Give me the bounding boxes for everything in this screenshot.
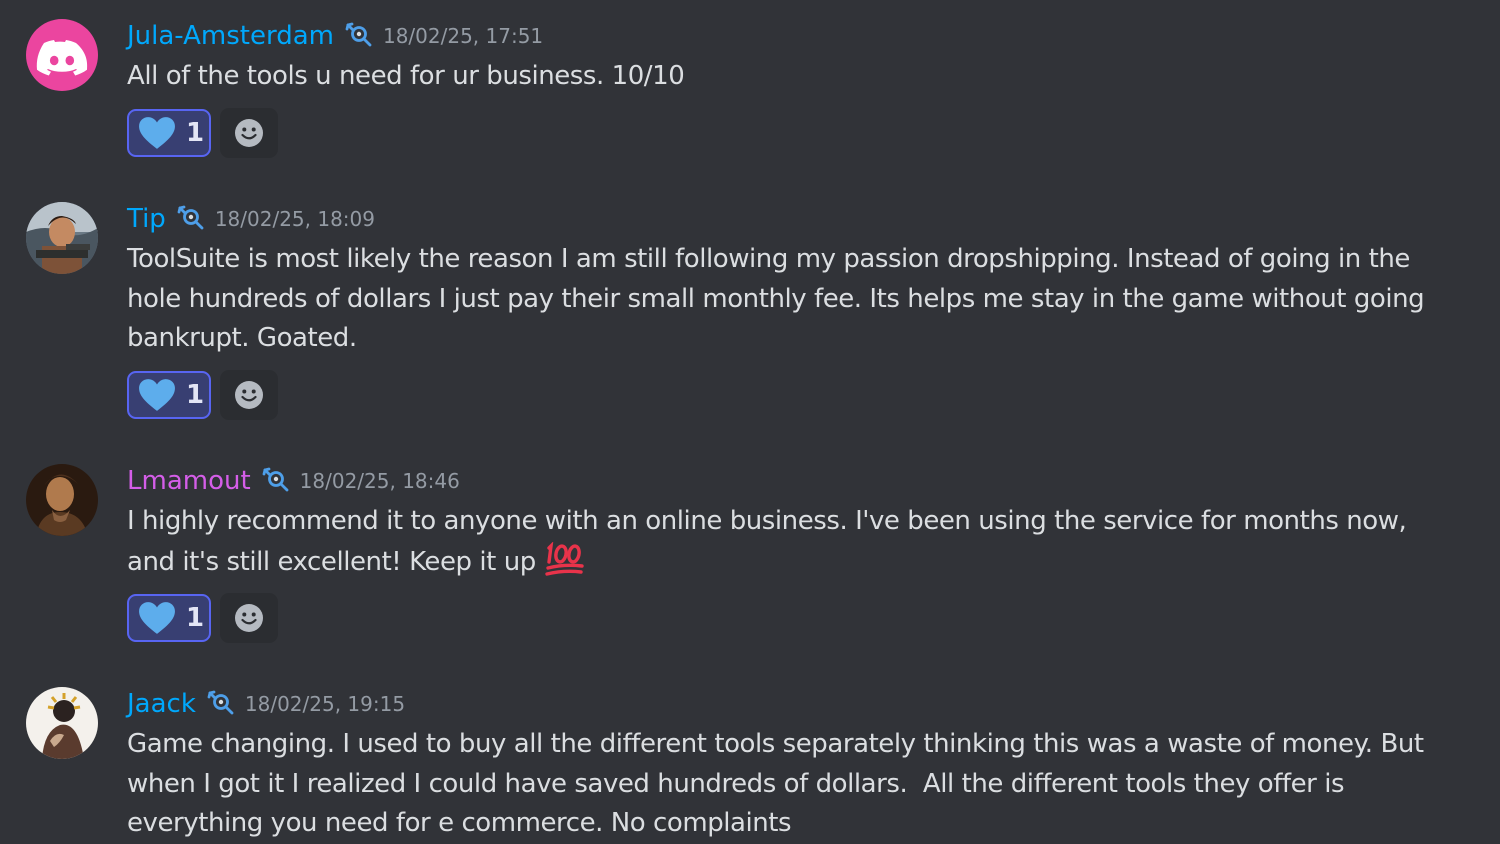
timestamp[interactable]: 18/02/25, 18:46 [300,464,460,498]
message-content: Tip 18/02/25, 18:09 ToolSuite is most li… [127,202,1457,421]
message-content: Lmamout 18/02/25, 18:46 I highly recomme… [127,464,1457,644]
photo-avatar-icon [26,202,98,274]
message-text: All of the tools u need for ur business.… [127,61,685,91]
discord-logo-avatar-icon [26,19,98,91]
reaction-heart-button[interactable]: 1 [127,108,211,157]
avatar[interactable] [26,202,98,274]
blue-heart-icon [138,116,176,150]
wrench-magnifier-icon[interactable] [344,21,374,51]
message-content: Jaack 18/02/25, 19:15 Game changing. I u… [127,687,1457,844]
message-header: Jula-Amsterdam 18/02/25, 17:51 [127,19,1457,53]
painting-avatar-icon [26,464,98,536]
chat-message-list: Jula-Amsterdam 18/02/25, 17:51 All of th… [0,0,1500,844]
reaction-heart-button[interactable]: 1 [127,370,211,419]
smiley-face-icon [234,380,264,410]
timestamp[interactable]: 18/02/25, 17:51 [383,19,543,53]
reaction-heart-button[interactable]: 1 [127,594,211,642]
blue-heart-icon [138,601,176,635]
message-text-body: I highly recommend it to anyone with an … [127,506,1415,577]
avatar[interactable] [26,464,98,536]
message-text: ToolSuite is most likely the reason I am… [127,244,1433,353]
reactions: 1 [127,592,1457,644]
avatar[interactable] [26,19,98,91]
timestamp[interactable]: 18/02/25, 18:09 [215,202,375,236]
reaction-count: 1 [186,117,205,148]
message-header: Tip 18/02/25, 18:09 [127,202,1457,236]
message-header: Jaack 18/02/25, 19:15 [127,687,1457,721]
blue-heart-icon [138,378,176,412]
reaction-count: 1 [186,379,205,410]
reactions: 1 [127,369,1457,421]
username[interactable]: Lmamout [127,464,251,498]
reaction-count: 1 [186,603,205,633]
add-reaction-button[interactable] [220,107,278,158]
message-text: Game changing. I used to buy all the dif… [127,729,1432,838]
add-reaction-button[interactable] [220,593,278,643]
message-text: I highly recommend it to anyone with an … [127,502,1457,582]
username[interactable]: Jaack [127,687,196,721]
wrench-magnifier-icon[interactable] [206,689,236,719]
wrench-magnifier-icon[interactable] [261,466,291,496]
illustration-avatar-icon [26,687,98,759]
message-header: Lmamout 18/02/25, 18:46 [127,464,1457,498]
avatar[interactable] [26,687,98,759]
timestamp[interactable]: 18/02/25, 19:15 [245,687,405,721]
smiley-face-icon [234,118,264,148]
username[interactable]: Tip [127,202,166,236]
wrench-magnifier-icon[interactable] [176,204,206,234]
reactions: 1 [127,107,1457,159]
smiley-face-icon [234,603,264,633]
hundred-points-icon [544,540,586,578]
add-reaction-button[interactable] [220,369,278,420]
username[interactable]: Jula-Amsterdam [127,19,334,53]
message-content: Jula-Amsterdam 18/02/25, 17:51 All of th… [127,19,1457,159]
